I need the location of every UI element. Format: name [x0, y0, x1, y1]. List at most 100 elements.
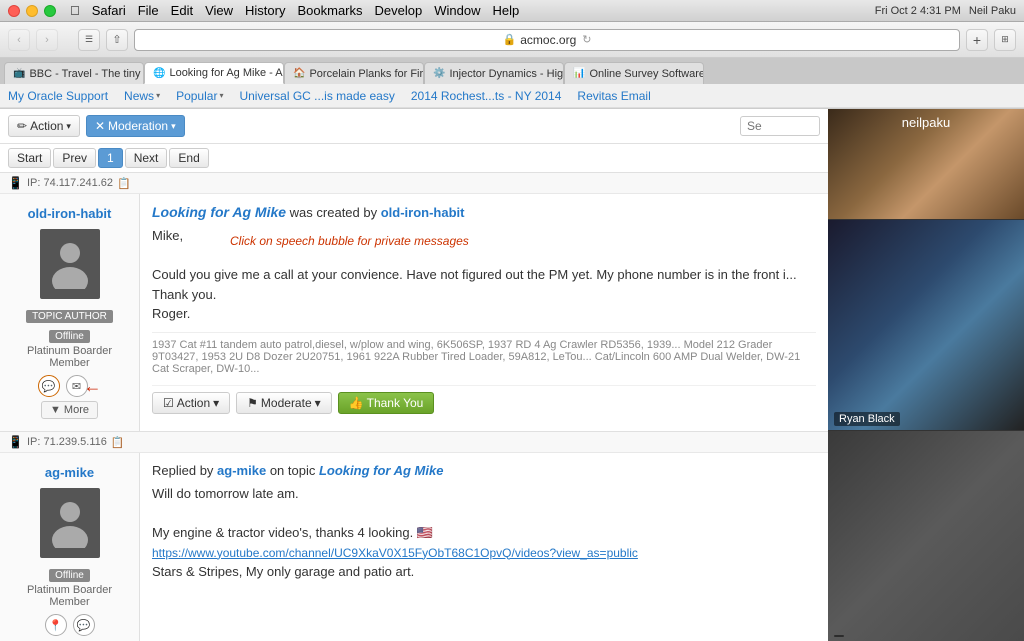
reload-icon[interactable]: ↻	[582, 33, 591, 46]
user-display: Neil Paku	[969, 5, 1016, 17]
participant-1-video	[828, 220, 1024, 430]
title-bar-right: Fri Oct 2 4:31 PM Neil Paku	[875, 5, 1016, 17]
participant-2-name-label	[834, 635, 844, 637]
post-2-topic-link[interactable]: Looking for Ag Mike	[319, 463, 443, 478]
view-menu[interactable]: View	[205, 3, 233, 18]
forward-button[interactable]: ›	[36, 29, 58, 51]
bookmark-1[interactable]: News▾	[124, 89, 160, 103]
develop-menu[interactable]: Develop	[375, 3, 423, 18]
participant-1-card: Ryan Black	[828, 220, 1024, 430]
tab-favicon-2: 🏠	[293, 68, 305, 79]
post-1-actions: ☑ Action ▾ ⚑ Moderate ▾ 👍 Thank You	[152, 385, 816, 414]
bookmark-0[interactable]: My Oracle Support	[8, 89, 108, 103]
help-menu[interactable]: Help	[492, 3, 519, 18]
post-1-username-link[interactable]: old-iron-habit	[28, 206, 112, 221]
post-1-membership: Member	[8, 357, 131, 369]
thank-you-label: Thank You	[367, 396, 424, 410]
bookmark-2[interactable]: Popular▾	[176, 89, 223, 103]
post-2-content: Replied by ag-mike on topic Looking for …	[140, 453, 828, 641]
participant-2-card	[828, 431, 1024, 641]
thumbs-up-icon: 👍	[349, 396, 364, 410]
post-2-on-topic: on topic	[270, 463, 319, 478]
post-2-youtube-link[interactable]: https://www.youtube.com/channel/UC9XkaV0…	[152, 546, 638, 560]
pagination-bar: Start Prev 1 Next End	[0, 144, 828, 173]
datetime-display: Fri Oct 2 4:31 PM	[875, 5, 961, 17]
post-1-more-button[interactable]: ▼ More	[41, 401, 98, 419]
speech-bubble-icon[interactable]: 💬	[38, 375, 60, 397]
post-2-reply-header: Replied by ag-mike on topic Looking for …	[152, 463, 816, 478]
tab-3[interactable]: ⚙️ Injector Dynamics - High...	[424, 62, 564, 84]
post-2-username-link[interactable]: ag-mike	[45, 465, 94, 480]
post-1-action-button[interactable]: ☑ Action ▾	[152, 392, 230, 414]
post-2-chat-icon[interactable]: 💬	[73, 614, 95, 636]
file-menu[interactable]: File	[138, 3, 159, 18]
address-bar[interactable]: 🔒 acmoc.org ↻	[134, 29, 960, 51]
history-menu[interactable]: History	[245, 3, 285, 18]
self-name-label: neilpaku	[902, 115, 950, 130]
post-1-status-badge: Offline	[49, 330, 90, 343]
new-tab-button[interactable]: +	[966, 29, 988, 51]
tab-overview-button[interactable]: ⊞	[994, 29, 1016, 51]
tab-4[interactable]: 📊 Online Survey Software |...	[564, 62, 704, 84]
moderation-dropdown-caret: ▾	[171, 121, 176, 132]
bookmark-4[interactable]: 2014 Rochest...ts - NY 2014	[411, 89, 562, 103]
search-input[interactable]	[740, 116, 820, 136]
traffic-lights[interactable]	[8, 5, 56, 17]
video-panel: neilpaku Ryan Black	[828, 109, 1024, 641]
tab-label-2: Porcelain Planks for Firep...	[309, 68, 424, 80]
title-bar:  Safari File Edit View History Bookmark…	[0, 0, 1024, 22]
share-button[interactable]: ⇧	[106, 29, 128, 51]
post-2-location-icon[interactable]: 📍	[45, 614, 67, 636]
mac-controls:  Safari File Edit View History Bookmark…	[8, 3, 519, 18]
bookmarks-bar: My Oracle Support News▾ Popular▾ Univers…	[0, 84, 1024, 108]
back-button[interactable]: ‹	[8, 29, 30, 51]
next-button[interactable]: Next	[125, 148, 168, 168]
post-1: old-iron-habit TOPIC AUTHOR Offline Plat…	[0, 194, 828, 432]
fullscreen-button[interactable]	[44, 5, 56, 17]
check-icon: ☑	[163, 396, 174, 410]
close-button[interactable]	[8, 5, 20, 17]
bookmark-5[interactable]: Revitas Email	[577, 89, 650, 103]
current-page[interactable]: 1	[98, 148, 123, 168]
end-button[interactable]: End	[169, 148, 208, 168]
tab-0[interactable]: 📺 BBC - Travel - The tiny S...	[4, 62, 144, 84]
post-1-author-link[interactable]: old-iron-habit	[381, 205, 465, 220]
post-1-ip-flag: 📋	[117, 177, 131, 190]
post-1-signature: 1937 Cat #11 tandem auto patrol,diesel, …	[152, 332, 816, 375]
tab-2[interactable]: 🏠 Porcelain Planks for Firep...	[284, 62, 424, 84]
post-1-sidebar: old-iron-habit TOPIC AUTHOR Offline Plat…	[0, 194, 140, 431]
bookmarks-menu[interactable]: Bookmarks	[297, 3, 362, 18]
tab-favicon-1: 🌐	[153, 68, 165, 79]
prev-button[interactable]: Prev	[53, 148, 96, 168]
nav-bar: ‹ › ☰ ⇧ 🔒 acmoc.org ↻ + ⊞	[0, 22, 1024, 58]
action-dropdown-caret: ▾	[66, 121, 71, 132]
tab-1[interactable]: 🌐 Looking for Ag Mike - AC...	[144, 62, 284, 84]
edit-menu[interactable]: Edit	[171, 3, 193, 18]
tab-label-1: Looking for Ag Mike - AC...	[169, 67, 284, 79]
forum-toolbar: ✏ Action ▾ ✕ Moderation ▾	[0, 109, 828, 144]
apple-menu[interactable]: 	[70, 3, 80, 18]
action-label: Action	[30, 119, 63, 133]
post-1-action-label: Action	[177, 396, 210, 410]
safari-menu[interactable]: Safari	[92, 3, 126, 18]
post-1-moderate-label: Moderate	[261, 396, 312, 410]
post-2-body: Will do tomorrow late am. My engine & tr…	[152, 484, 816, 582]
moderate-icon: ⚑	[247, 396, 258, 410]
post-2-reply-author-link[interactable]: ag-mike	[217, 463, 266, 478]
post-2-ip: IP: 71.239.5.116	[27, 436, 107, 448]
post-2-phone-icon: 📱	[8, 435, 23, 449]
post-1-moderate-button[interactable]: ⚑ Moderate ▾	[236, 392, 332, 414]
post-1-action-caret: ▾	[213, 396, 219, 410]
posts-scroll[interactable]: 📱 IP: 74.117.241.62 📋 old-iron-habit TOP…	[0, 173, 828, 641]
post-2-reply-by: Replied by	[152, 463, 217, 478]
bookmark-3[interactable]: Universal GC ...is made easy	[239, 89, 394, 103]
minimize-button[interactable]	[26, 5, 38, 17]
moderation-button[interactable]: ✕ Moderation ▾	[86, 115, 185, 137]
window-menu[interactable]: Window	[434, 3, 480, 18]
start-button[interactable]: Start	[8, 148, 51, 168]
thank-you-button[interactable]: 👍 Thank You	[338, 392, 435, 414]
post-1-role-badge: TOPIC AUTHOR	[26, 310, 113, 323]
action-button[interactable]: ✏ Action ▾	[8, 115, 80, 137]
sidebar-toggle[interactable]: ☰	[78, 29, 100, 51]
action-icon: ✏	[17, 119, 27, 133]
